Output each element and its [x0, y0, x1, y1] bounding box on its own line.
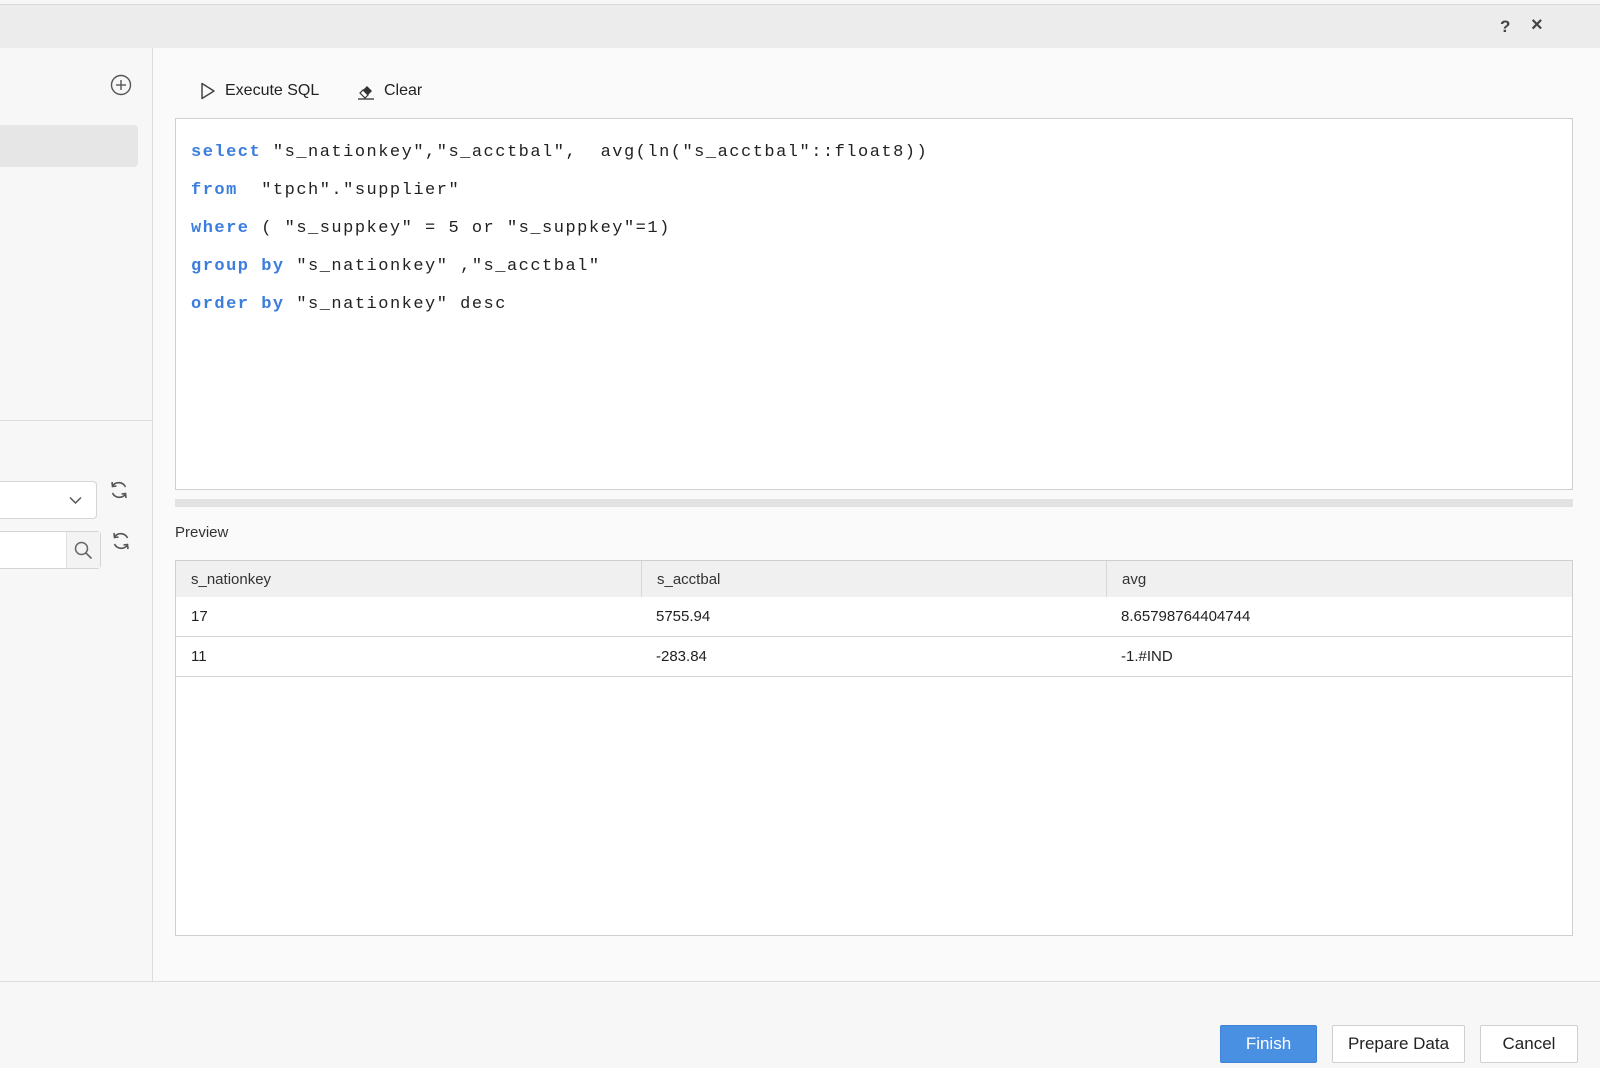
help-button[interactable]: ? — [1500, 17, 1510, 37]
table-cell: -283.84 — [656, 648, 707, 665]
play-icon — [201, 82, 215, 100]
selected-dataset-item[interactable] — [0, 125, 138, 167]
dialog-title-bar: ? × — [0, 4, 1600, 49]
table-cell: 11 — [191, 648, 207, 665]
table-row: 11 -283.84 -1.#IND — [176, 637, 1572, 677]
left-panel — [0, 48, 153, 981]
schema-select[interactable] — [0, 481, 97, 519]
prepare-data-button[interactable]: Prepare Data — [1332, 1025, 1465, 1063]
chevron-down-icon — [69, 496, 82, 505]
search-icon — [74, 541, 93, 560]
table-cell: 8.65798764404744 — [1121, 608, 1251, 625]
sql-dataset-editor: Execute SQL Clear select "s_nationkey","… — [153, 48, 1600, 981]
table-search-input[interactable] — [0, 532, 74, 568]
column-header[interactable]: s_nationkey — [176, 561, 641, 597]
column-header[interactable]: s_acctbal — [641, 561, 1106, 597]
plus-circle-icon[interactable] — [110, 74, 132, 96]
refresh-icon[interactable] — [110, 530, 132, 552]
sql-keyword: where — [191, 219, 250, 238]
column-header[interactable]: avg — [1106, 561, 1572, 597]
sql-line: where ( "s_suppkey" = 5 or "s_suppkey"=1… — [191, 217, 671, 241]
editor-preview-splitter[interactable] — [175, 499, 1573, 507]
refresh-icon[interactable] — [108, 479, 130, 501]
sql-text: "s_nationkey","s_acctbal", avg(ln("s_acc… — [261, 143, 929, 162]
preview-table-header: s_nationkey s_acctbal avg — [176, 561, 1572, 598]
sql-line: from "tpch"."supplier" — [191, 179, 460, 203]
sql-text: "tpch"."supplier" — [237, 181, 461, 200]
dialog-footer: Finish Prepare Data Cancel — [0, 981, 1600, 1068]
execute-sql-button[interactable]: Execute SQL — [200, 78, 319, 104]
sql-line: group by "s_nationkey" ,"s_acctbal" — [191, 255, 601, 279]
left-panel-divider — [0, 420, 152, 421]
close-button[interactable]: × — [1531, 14, 1543, 37]
sql-keyword: select — [191, 143, 262, 162]
preview-label: Preview — [175, 524, 229, 541]
preview-table: s_nationkey s_acctbal avg 17 5755.94 8.6… — [175, 560, 1573, 936]
table-search-field[interactable] — [0, 531, 101, 569]
sql-line: order by "s_nationkey" desc — [191, 293, 507, 317]
finish-button[interactable]: Finish — [1220, 1025, 1317, 1063]
sql-text: "s_nationkey" desc — [284, 295, 507, 314]
sql-editor[interactable]: select "s_nationkey","s_acctbal", avg(ln… — [175, 118, 1573, 490]
table-cell: 17 — [191, 608, 208, 625]
table-cell: 5755.94 — [656, 608, 711, 625]
sql-text: ( "s_suppkey" = 5 or "s_suppkey"=1) — [249, 219, 671, 238]
sql-line: select "s_nationkey","s_acctbal", avg(ln… — [191, 141, 928, 165]
sql-keyword: group by — [191, 257, 285, 276]
search-button[interactable] — [66, 532, 100, 568]
eraser-icon — [358, 86, 374, 100]
execute-sql-label: Execute SQL — [225, 82, 320, 99]
sql-keyword: order by — [191, 295, 285, 314]
clear-label: Clear — [384, 82, 423, 99]
sql-text: "s_nationkey" ,"s_acctbal" — [284, 257, 601, 276]
sql-keyword: from — [191, 181, 238, 200]
table-cell: -1.#IND — [1121, 648, 1173, 665]
table-row: 17 5755.94 8.65798764404744 — [176, 597, 1572, 637]
cancel-button[interactable]: Cancel — [1480, 1025, 1578, 1063]
clear-button[interactable]: Clear — [357, 78, 422, 104]
